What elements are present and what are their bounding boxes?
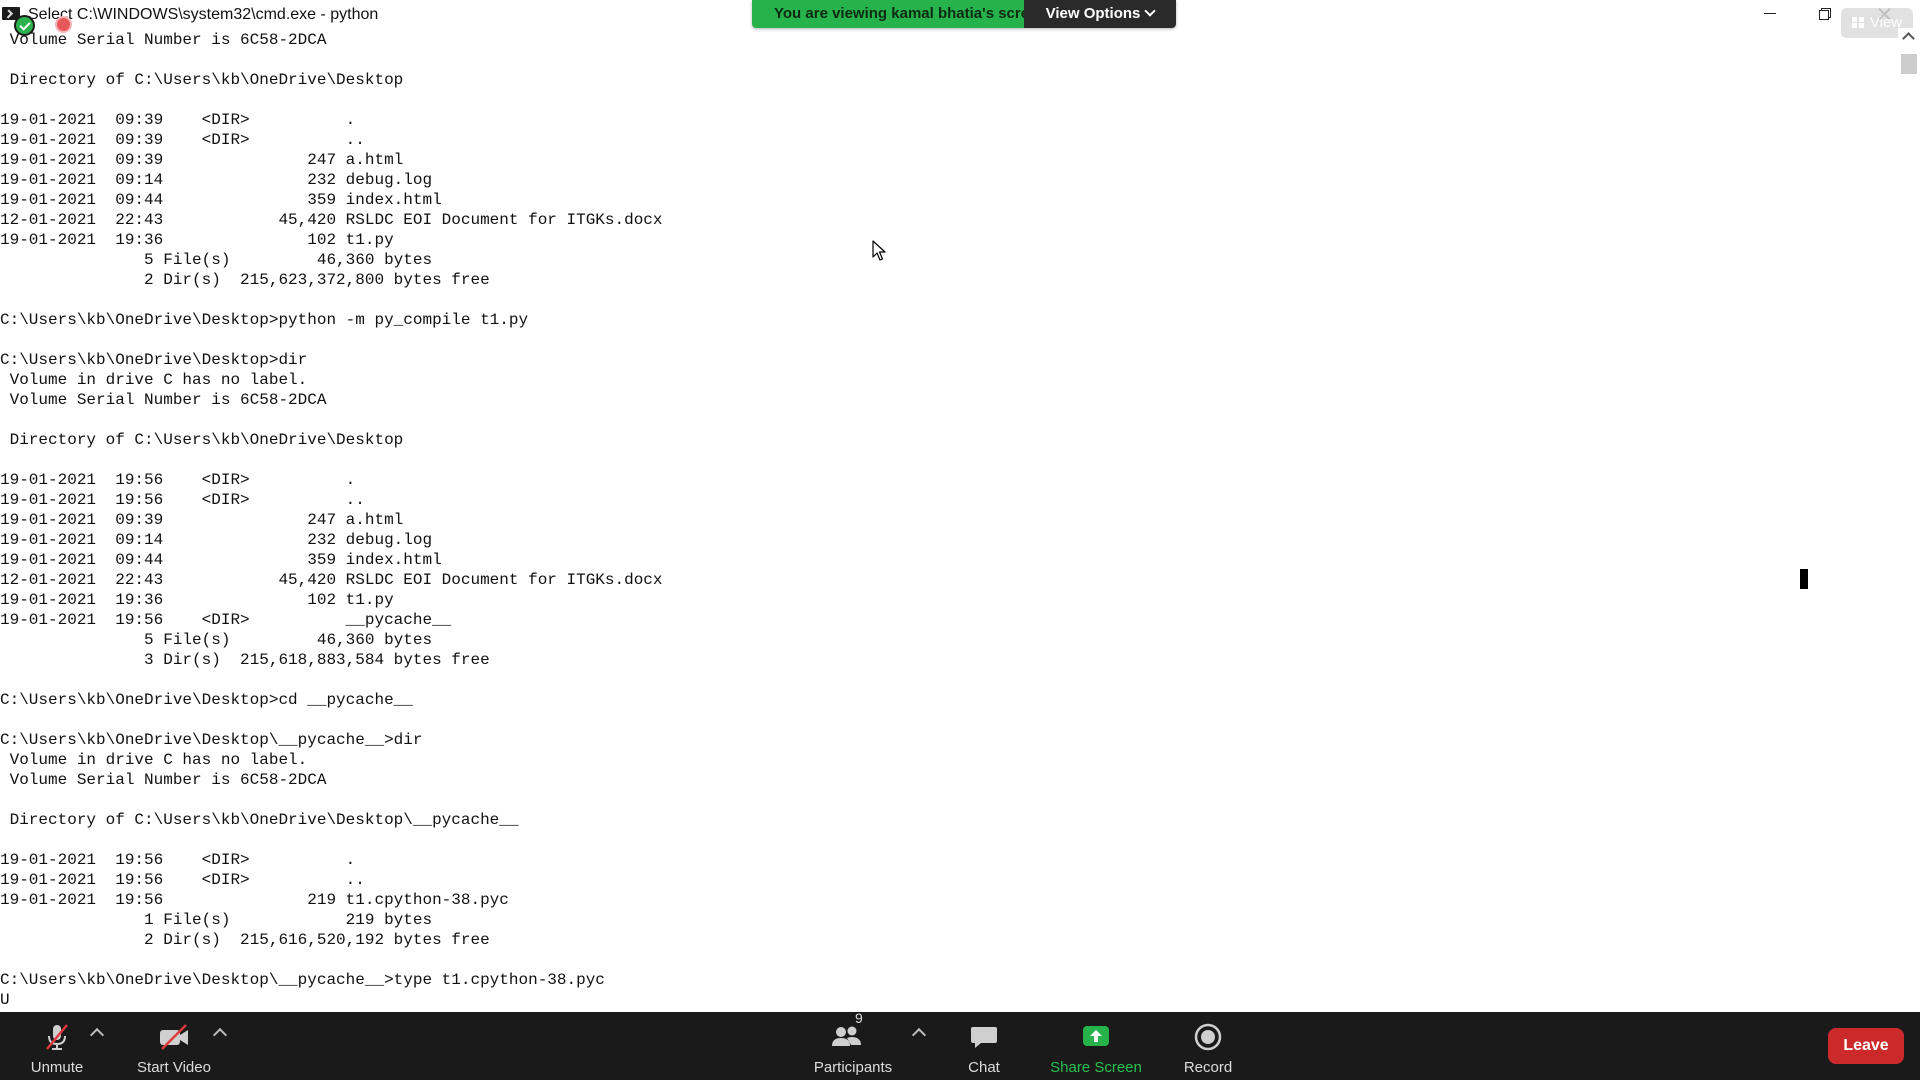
console-line: 19-01-2021 09:44 359 index.html <box>0 551 442 569</box>
console-line: 1 File(s) 219 bytes <box>0 911 433 929</box>
participants-count: 9 <box>855 1010 863 1026</box>
chat-icon <box>971 1027 997 1048</box>
record-button[interactable]: Record <box>1176 1012 1240 1080</box>
vertical-scrollbar[interactable] <box>1898 28 1920 1012</box>
console-line: 19-01-2021 09:39 247 a.html <box>0 151 404 169</box>
console-line: 12-01-2021 22:43 45,420 RSLDC EOI Docume… <box>0 211 663 229</box>
record-icon <box>1194 1023 1222 1051</box>
window-title: Select C:\WINDOWS\system32\cmd.exe - pyt… <box>28 6 379 23</box>
console-output[interactable]: Volume Serial Number is 6C58-2DCA Direct… <box>0 30 1900 1012</box>
console-line: Directory of C:\Users\kb\OneDrive\Deskto… <box>0 811 519 829</box>
leave-button[interactable]: Leave <box>1828 1028 1904 1064</box>
share-screen-icon <box>1083 1026 1109 1046</box>
unmute-button[interactable]: Unmute <box>18 1012 96 1080</box>
console-line: 19-01-2021 19:36 102 t1.py <box>0 591 394 609</box>
console-line: Volume in drive C has no label. <box>0 751 308 769</box>
participants-button[interactable]: 9 Participants <box>806 1010 900 1080</box>
console-line: 2 Dir(s) 215,623,372,800 bytes free <box>0 271 490 289</box>
participants-icon <box>832 1026 861 1046</box>
video-off-icon <box>160 1024 188 1050</box>
microphone-muted-icon <box>46 1024 68 1050</box>
record-label: Record <box>1183 1059 1233 1076</box>
meeting-toolbar: Unmute Start Video 9 Participants Chat S… <box>0 1010 1920 1080</box>
view-options-button[interactable]: View Options <box>1024 0 1176 28</box>
console-line: 19-01-2021 09:39 <DIR> .. <box>0 131 365 149</box>
scroll-up-arrow-icon[interactable] <box>1902 32 1915 45</box>
console-line: C:\Users\kb\OneDrive\Desktop>cd __pycach… <box>0 691 413 709</box>
console-line: 5 File(s) 46,360 bytes <box>0 251 433 269</box>
chat-button[interactable]: Chat <box>954 1012 1014 1080</box>
minimize-button[interactable] <box>1742 0 1798 28</box>
console-line: Volume Serial Number is 6C58-2DCA <box>0 31 327 49</box>
console-line: 12-01-2021 22:43 45,420 RSLDC EOI Docume… <box>0 571 663 589</box>
console-line: Volume Serial Number is 6C58-2DCA <box>0 391 327 409</box>
console-line: C:\Users\kb\OneDrive\Desktop>dir <box>0 351 308 369</box>
unmute-label: Unmute <box>30 1059 84 1076</box>
console-line: Directory of C:\Users\kb\OneDrive\Deskto… <box>0 431 404 449</box>
console-line: 19-01-2021 19:56 <DIR> . <box>0 471 356 489</box>
chat-label: Chat <box>968 1059 1000 1076</box>
console-line: 19-01-2021 19:36 102 t1.py <box>0 231 394 249</box>
console-line: 2 Dir(s) 215,616,520,192 bytes free <box>0 931 490 949</box>
text-cursor <box>1800 569 1808 589</box>
mouse-pointer-icon <box>872 240 886 261</box>
console-line: 3 Dir(s) 215,618,883,584 bytes free <box>0 651 490 669</box>
chevron-down-icon <box>1144 5 1157 17</box>
console-line: Volume Serial Number is 6C58-2DCA <box>0 771 327 789</box>
console-line: C:\Users\kb\OneDrive\Desktop\__pycache__… <box>0 971 605 989</box>
scroll-thumb[interactable] <box>1901 54 1917 74</box>
console-line: 5 File(s) 46,360 bytes <box>0 631 433 649</box>
console-line: Directory of C:\Users\kb\OneDrive\Deskto… <box>0 71 404 89</box>
console-line: U <box>0 991 10 1009</box>
start-video-label: Start Video <box>137 1059 211 1076</box>
participants-label: Participants <box>813 1059 893 1076</box>
console-line: 19-01-2021 19:56 <DIR> .. <box>0 491 365 509</box>
console-line: Volume in drive C has no label. <box>0 371 308 389</box>
console-line: 19-01-2021 09:44 359 index.html <box>0 191 442 209</box>
console-line: 19-01-2021 19:56 219 t1.cpython-38.pyc <box>0 891 509 909</box>
share-screen-button[interactable]: Share Screen <box>1044 1012 1148 1080</box>
participants-options-caret-icon[interactable] <box>911 1027 927 1043</box>
console-line: 19-01-2021 09:14 232 debug.log <box>0 171 433 189</box>
console-line: C:\Users\kb\OneDrive\Desktop\__pycache__… <box>0 731 423 749</box>
view-options-label: View Options <box>1045 5 1141 22</box>
share-screen-label: Share Screen <box>1050 1059 1142 1076</box>
screen-share-banner: You are viewing kamal bhatia's screen Vi… <box>752 0 1176 28</box>
console-line: 19-01-2021 09:39 <DIR> . <box>0 111 356 129</box>
viewing-screen-label: You are viewing kamal bhatia's screen <box>752 0 1047 28</box>
console-line: 19-01-2021 19:56 <DIR> . <box>0 851 356 869</box>
console-line: 19-01-2021 19:56 <DIR> .. <box>0 871 365 889</box>
start-video-button[interactable]: Start Video <box>130 1012 218 1080</box>
console-line: C:\Users\kb\OneDrive\Desktop>python -m p… <box>0 311 529 329</box>
grid-view-icon <box>1851 17 1864 28</box>
console-line: 19-01-2021 19:56 <DIR> __pycache__ <box>0 611 452 629</box>
console-line: 19-01-2021 09:14 232 debug.log <box>0 531 433 549</box>
console-line: 19-01-2021 09:39 247 a.html <box>0 511 404 529</box>
